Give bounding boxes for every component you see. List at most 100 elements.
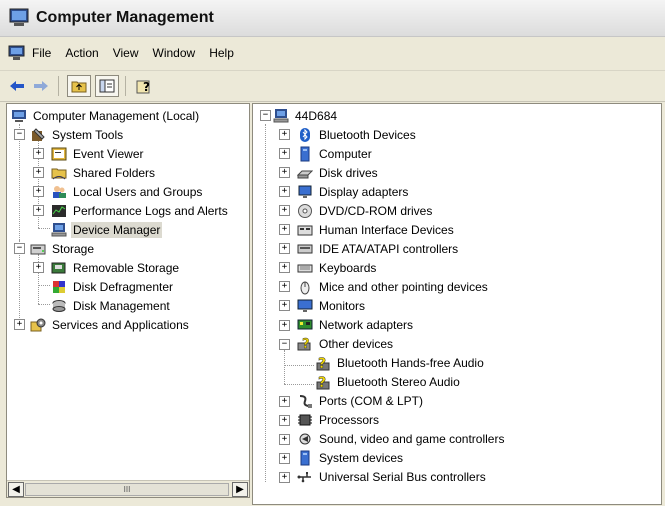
- horizontal-scrollbar[interactable]: ◀ III ▶: [7, 480, 249, 497]
- window-title: Computer Management: [36, 9, 214, 26]
- up-one-level-button[interactable]: [67, 75, 91, 97]
- disk-management-icon: [52, 299, 66, 312]
- svg-text:?: ?: [318, 356, 326, 371]
- back-button[interactable]: [6, 76, 28, 96]
- expand-toggle[interactable]: +: [279, 281, 290, 293]
- tree-item-universal-serial-bus-controllers[interactable]: Universal Serial Bus controllers: [297, 468, 488, 487]
- tree-item-sound-video-and-game-controllers[interactable]: Sound, video and game controllers: [297, 430, 506, 449]
- tree-item-dvd-cd-rom-drives[interactable]: DVD/CD-ROM drives: [297, 201, 434, 220]
- expand-toggle[interactable]: +: [33, 148, 44, 159]
- tree-item-system-devices[interactable]: System devices: [297, 449, 405, 468]
- tree-item-local-users[interactable]: Local Users and Groups: [51, 182, 204, 201]
- shared-folder-icon: [51, 168, 67, 179]
- scroll-left-button[interactable]: ◀: [8, 482, 24, 497]
- tree-line: [38, 285, 50, 286]
- expand-toggle[interactable]: +: [279, 186, 290, 198]
- show-hide-tree-button[interactable]: [95, 75, 119, 97]
- tree-label: Services and Applications: [52, 317, 189, 332]
- tree-label: Bluetooth Hands-free Audio: [337, 356, 484, 371]
- expand-toggle[interactable]: +: [279, 300, 290, 312]
- tree-item-system-tools[interactable]: System Tools: [30, 125, 125, 144]
- menu-help[interactable]: Help: [202, 46, 241, 60]
- tree-label: Network adapters: [319, 318, 414, 332]
- menu-view[interactable]: View: [106, 46, 146, 60]
- expand-toggle[interactable]: +: [33, 186, 44, 197]
- tree-item-disk-defragmenter[interactable]: Disk Defragmenter: [51, 277, 175, 296]
- tree-item-bluetooth-hands-free-audio[interactable]: ? Bluetooth Hands-free Audio: [315, 354, 486, 373]
- tree-item-shared-folders[interactable]: Shared Folders: [51, 163, 157, 182]
- computer-management-icon: [9, 8, 29, 26]
- ide-controller-icon: [297, 244, 313, 254]
- scroll-thumb[interactable]: III: [25, 483, 229, 496]
- menu-action[interactable]: Action: [58, 46, 105, 60]
- help-icon: ?: [136, 80, 150, 94]
- tree-item-storage[interactable]: Storage: [30, 239, 96, 258]
- disk-defragmenter-icon: [53, 280, 65, 293]
- menu-file[interactable]: File: [28, 46, 58, 60]
- collapse-toggle[interactable]: −: [14, 243, 25, 254]
- expand-toggle[interactable]: +: [33, 167, 44, 178]
- tree-label: Universal Serial Bus controllers: [319, 470, 486, 485]
- tree-item-root[interactable]: Computer Management (Local): [11, 106, 201, 125]
- tree-item-display-adapters[interactable]: Display adapters: [297, 182, 410, 201]
- menu-bar: File Action View Window Help: [0, 40, 665, 66]
- forward-button[interactable]: [30, 76, 52, 96]
- app-menu-icon[interactable]: [8, 45, 26, 61]
- tree-item-disk-drives[interactable]: Disk drives: [297, 163, 380, 182]
- tree-line: [19, 124, 20, 240]
- tree-item-ports-com-lpt[interactable]: Ports (COM & LPT): [297, 392, 425, 411]
- expand-toggle[interactable]: +: [279, 129, 290, 140]
- tree-item-keyboards[interactable]: Keyboards: [297, 258, 378, 277]
- tree-item-computer[interactable]: Computer: [297, 144, 374, 163]
- expand-toggle[interactable]: +: [279, 243, 290, 255]
- collapse-toggle[interactable]: −: [14, 129, 25, 140]
- tree-item-ide-ata-atapi-controllers[interactable]: IDE ATA/ATAPI controllers: [297, 239, 460, 258]
- tree-item-computer-root[interactable]: 44D684: [273, 106, 339, 125]
- expand-toggle[interactable]: +: [279, 433, 290, 445]
- tree-item-performance-logs[interactable]: Performance Logs and Alerts: [51, 201, 230, 220]
- processor-icon: [298, 414, 312, 426]
- computer-icon: [300, 146, 310, 162]
- collapse-toggle[interactable]: −: [279, 338, 290, 350]
- tree-item-bluetooth-stereo-audio[interactable]: ? Bluetooth Stereo Audio: [315, 373, 462, 392]
- expand-toggle[interactable]: +: [279, 452, 290, 464]
- tree-item-removable-storage[interactable]: Removable Storage: [51, 258, 181, 277]
- toolbar-separator: [58, 76, 59, 96]
- system-devices-icon: [300, 450, 310, 466]
- tree-item-mice-and-other-pointing-devices[interactable]: Mice and other pointing devices: [297, 277, 490, 296]
- menu-window[interactable]: Window: [146, 46, 203, 60]
- expand-toggle[interactable]: +: [279, 414, 290, 426]
- tree-label: Computer: [319, 146, 372, 161]
- expand-toggle[interactable]: +: [279, 224, 290, 236]
- scroll-right-button[interactable]: ▶: [232, 482, 248, 497]
- users-icon: [53, 185, 66, 198]
- tree-item-network-adapters[interactable]: Network adapters: [297, 316, 415, 335]
- tree-line: [265, 124, 266, 482]
- tree-label: Mice and other pointing devices: [319, 279, 488, 294]
- tree-item-services-applications[interactable]: Services and Applications: [30, 315, 191, 334]
- tree-item-processors[interactable]: Processors: [297, 411, 381, 430]
- help-button[interactable]: ?: [134, 76, 156, 96]
- expand-toggle[interactable]: +: [279, 205, 290, 217]
- tree-item-other-devices[interactable]: ? Other devices: [297, 335, 395, 354]
- tree-item-event-viewer[interactable]: Event Viewer: [51, 144, 145, 163]
- expand-toggle[interactable]: +: [279, 471, 290, 483]
- expand-toggle[interactable]: +: [279, 262, 290, 274]
- expand-toggle[interactable]: +: [279, 148, 290, 160]
- tree-item-monitors[interactable]: Monitors: [297, 296, 367, 315]
- expand-toggle[interactable]: +: [33, 262, 44, 273]
- expand-toggle[interactable]: +: [14, 319, 25, 330]
- network-adapter-icon: [297, 319, 313, 330]
- expand-toggle[interactable]: +: [279, 395, 290, 407]
- tree-item-device-manager[interactable]: Device Manager: [51, 220, 163, 239]
- tree-label: Bluetooth Stereo Audio: [337, 375, 460, 390]
- tree-label: Monitors: [319, 298, 366, 313]
- tree-item-disk-management[interactable]: Disk Management: [51, 296, 172, 315]
- tree-label: System devices: [319, 451, 404, 466]
- tree-item-human-interface-devices[interactable]: Human Interface Devices: [297, 220, 456, 239]
- expand-toggle[interactable]: +: [279, 319, 290, 331]
- collapse-toggle[interactable]: −: [260, 110, 271, 121]
- expand-toggle[interactable]: +: [279, 167, 290, 179]
- tree-item-bluetooth-devices[interactable]: Bluetooth Devices: [297, 125, 418, 144]
- expand-toggle[interactable]: +: [33, 205, 44, 216]
